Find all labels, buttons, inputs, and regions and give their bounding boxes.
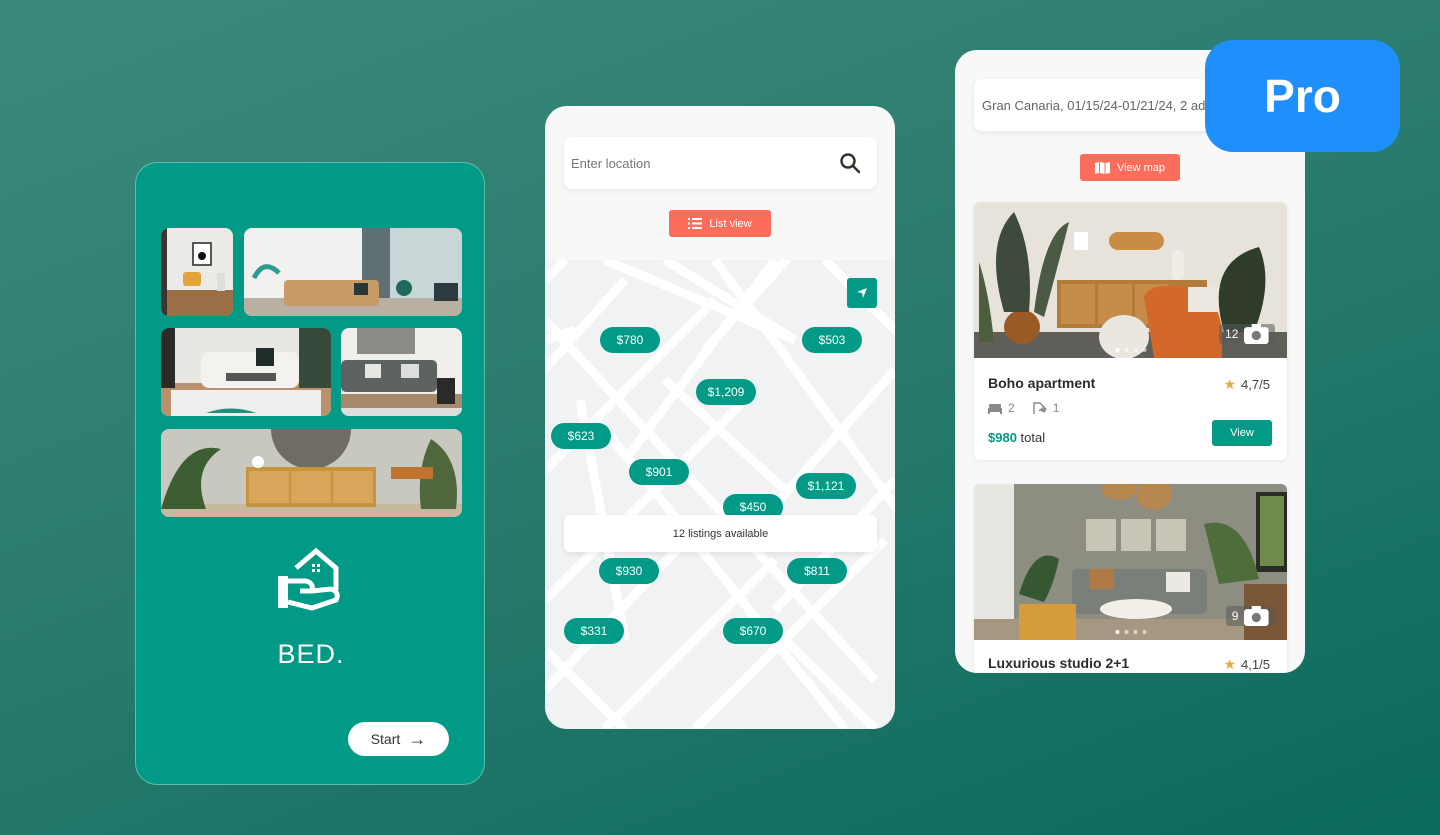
photo-count-value: 9	[1231, 609, 1239, 623]
house-in-hand-icon	[278, 547, 340, 611]
listing-title: Luxurious studio 2+1	[988, 655, 1130, 671]
photo-count: 12	[1219, 324, 1275, 344]
listing-price: $980 total	[988, 430, 1045, 445]
beds-count: 2	[1008, 401, 1015, 415]
baths-count: 1	[1052, 401, 1060, 415]
star-icon: ★	[1223, 656, 1237, 672]
navigation-arrow-icon	[857, 288, 867, 298]
splash-screen: BED. Start →	[135, 162, 485, 785]
photo-count: 9	[1225, 606, 1275, 626]
list-view-label: List view	[709, 217, 752, 230]
price-pin[interactable]: $331	[564, 618, 624, 644]
carousel-dot[interactable]	[1133, 630, 1137, 634]
pro-label: Pro	[1264, 70, 1341, 122]
room-photo-5	[161, 429, 462, 517]
room-photo-2	[244, 228, 462, 316]
listing-photo[interactable]: 9	[974, 484, 1287, 640]
brand-name: BED.	[277, 639, 345, 669]
location-search-input[interactable]	[571, 155, 839, 171]
price-suffix: total	[1020, 430, 1046, 445]
search-icon[interactable]	[839, 152, 861, 174]
carousel-dot[interactable]	[1142, 348, 1146, 352]
map-icon	[1094, 161, 1110, 174]
rating-value: 4,7/5	[1241, 377, 1270, 392]
map-screen: List view	[545, 106, 895, 729]
carousel-dot[interactable]	[1124, 630, 1128, 634]
listing-photo[interactable]: 12	[974, 202, 1287, 358]
listing-rating: ★ 4,7/5	[1224, 376, 1270, 393]
view-map-button[interactable]: View map	[1080, 154, 1180, 181]
carousel-dot[interactable]	[1115, 630, 1119, 634]
locate-me-button[interactable]	[847, 278, 877, 308]
bed-icon	[988, 404, 1002, 414]
price-value: $980	[988, 430, 1017, 445]
list-icon	[688, 218, 703, 229]
arrow-right-icon: →	[408, 729, 427, 749]
search-query: Gran Canaria, 01/15/24-01/21/24, 2 adult…	[982, 97, 1226, 113]
listing-amenities: 2 1	[988, 401, 1059, 415]
price-pin[interactable]: $780	[600, 327, 660, 353]
listing-card[interactable]: 12 Boho apartment ★ 4,7/5 2 1 $980 total…	[974, 202, 1287, 460]
location-search	[564, 137, 877, 189]
price-pin[interactable]: $901	[629, 459, 689, 485]
listings-count: 12 listings available	[672, 527, 769, 540]
price-pin[interactable]: $670	[723, 618, 783, 644]
view-listing-button[interactable]: View	[1212, 420, 1272, 446]
price-pin[interactable]: $1,121	[796, 473, 856, 499]
photo-carousel-dots	[1115, 630, 1146, 634]
pro-badge: Pro	[1205, 40, 1400, 152]
price-pin[interactable]: $503	[802, 327, 862, 353]
rating-value: 4,1/5	[1241, 657, 1270, 672]
price-pin[interactable]: $930	[599, 558, 659, 584]
price-pin[interactable]: $623	[551, 423, 611, 449]
listings-count-bar[interactable]: 12 listings available	[564, 515, 877, 552]
carousel-dot[interactable]	[1133, 348, 1137, 352]
start-button[interactable]: Start →	[348, 722, 449, 756]
price-pin[interactable]: $1,209	[696, 379, 756, 405]
shower-icon	[1032, 402, 1047, 414]
price-pin[interactable]: $811	[787, 558, 847, 584]
photo-count-value: 12	[1225, 327, 1239, 341]
map-view[interactable]: $780 $503 $1,209 $623 $901 $1,121 $450 $…	[545, 260, 895, 729]
camera-icon	[1244, 606, 1269, 626]
carousel-dot[interactable]	[1124, 348, 1128, 352]
camera-icon	[1244, 324, 1269, 344]
photo-carousel-dots	[1115, 348, 1146, 352]
carousel-dot[interactable]	[1142, 630, 1146, 634]
listing-title: Boho apartment	[988, 375, 1096, 391]
listing-rating: ★ 4,1/5	[1224, 656, 1270, 673]
room-photo-1	[161, 228, 233, 316]
listing-card[interactable]: 9 Luxurious studio 2+1 ★ 4,1/5	[974, 484, 1287, 673]
start-label: Start	[370, 731, 401, 747]
star-icon: ★	[1223, 376, 1237, 392]
room-photo-4	[341, 328, 462, 416]
carousel-dot[interactable]	[1115, 348, 1119, 352]
room-photo-3	[161, 328, 331, 416]
list-view-button[interactable]: List view	[669, 210, 771, 237]
view-map-label: View map	[1116, 161, 1166, 174]
